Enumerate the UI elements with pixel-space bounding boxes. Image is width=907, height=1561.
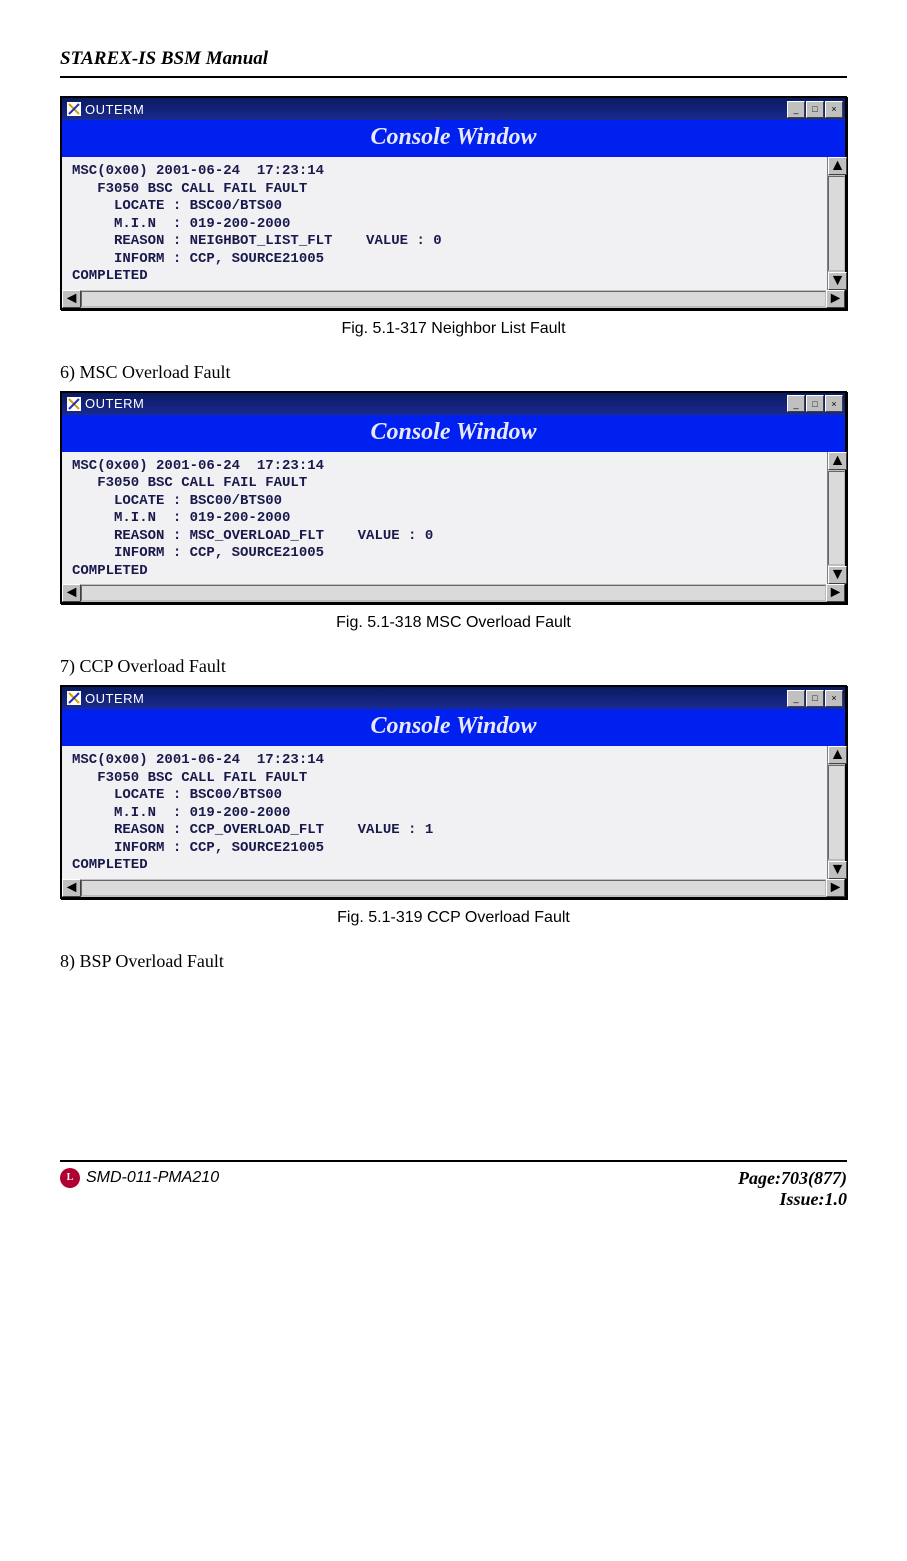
scroll-left-button[interactable]: ◄ <box>62 879 81 897</box>
chevron-left-icon: ◄ <box>64 584 80 602</box>
x-window-icon <box>67 397 81 411</box>
chevron-up-icon: ▲ <box>830 452 846 470</box>
console-banner: Console Window <box>62 120 845 157</box>
scroll-right-button[interactable]: ► <box>826 290 845 308</box>
chevron-right-icon: ► <box>828 584 844 602</box>
window-title: OUTERM <box>85 102 144 117</box>
titlebar[interactable]: OUTERM _ □ × <box>62 393 845 415</box>
close-button[interactable]: × <box>825 395 843 412</box>
console-window-1: OUTERM _ □ × Console Window MSC(0x00) 20… <box>60 96 847 310</box>
lg-logo-icon: L <box>60 1168 80 1188</box>
scroll-up-button[interactable]: ▲ <box>828 452 847 470</box>
close-icon: × <box>831 399 836 409</box>
scroll-down-button[interactable]: ▼ <box>828 566 847 584</box>
header-rule <box>60 76 847 78</box>
scroll-up-button[interactable]: ▲ <box>828 746 847 764</box>
x-window-icon <box>67 102 81 116</box>
x-window-icon <box>67 691 81 705</box>
titlebar[interactable]: OUTERM _ □ × <box>62 687 845 709</box>
maximize-button[interactable]: □ <box>806 101 824 118</box>
minimize-icon: _ <box>793 399 798 409</box>
scroll-left-button[interactable]: ◄ <box>62 584 81 602</box>
manual-title: STAREX-IS BSM Manual <box>60 48 268 70</box>
chevron-right-icon: ► <box>828 290 844 308</box>
scroll-right-button[interactable]: ► <box>826 879 845 897</box>
figure-caption-3: Fig. 5.1-319 CCP Overload Fault <box>60 909 847 927</box>
vertical-scrollbar[interactable]: ▲ ▼ <box>827 452 845 585</box>
chevron-up-icon: ▲ <box>830 157 846 175</box>
chevron-down-icon: ▼ <box>830 861 846 879</box>
console-banner: Console Window <box>62 415 845 452</box>
vertical-scrollbar[interactable]: ▲ ▼ <box>827 157 845 290</box>
close-button[interactable]: × <box>825 101 843 118</box>
close-icon: × <box>831 104 836 114</box>
page-number: Page:703(877) <box>738 1168 847 1190</box>
list-item-7: 7) CCP Overload Fault <box>60 656 847 677</box>
horizontal-scrollbar[interactable]: ◄ ► <box>62 584 845 602</box>
close-button[interactable]: × <box>825 690 843 707</box>
list-item-6: 6) MSC Overload Fault <box>60 362 847 383</box>
scroll-left-button[interactable]: ◄ <box>62 290 81 308</box>
chevron-left-icon: ◄ <box>64 290 80 308</box>
close-icon: × <box>831 693 836 703</box>
maximize-icon: □ <box>812 399 817 409</box>
scroll-up-button[interactable]: ▲ <box>828 157 847 175</box>
console-output: MSC(0x00) 2001-06-24 17:23:14 F3050 BSC … <box>62 452 827 585</box>
vertical-scrollbar[interactable]: ▲ ▼ <box>827 746 845 879</box>
figure-caption-1: Fig. 5.1-317 Neighbor List Fault <box>60 320 847 338</box>
console-output: MSC(0x00) 2001-06-24 17:23:14 F3050 BSC … <box>62 746 827 879</box>
chevron-left-icon: ◄ <box>64 879 80 897</box>
figure-caption-2: Fig. 5.1-318 MSC Overload Fault <box>60 614 847 632</box>
scroll-right-button[interactable]: ► <box>826 584 845 602</box>
console-window-3: OUTERM _ □ × Console Window MSC(0x00) 20… <box>60 685 847 899</box>
maximize-button[interactable]: □ <box>806 690 824 707</box>
maximize-icon: □ <box>812 104 817 114</box>
chevron-right-icon: ► <box>828 879 844 897</box>
maximize-button[interactable]: □ <box>806 395 824 412</box>
window-title: OUTERM <box>85 396 144 411</box>
issue-number: Issue:1.0 <box>738 1189 847 1211</box>
chevron-down-icon: ▼ <box>830 566 846 584</box>
titlebar[interactable]: OUTERM _ □ × <box>62 98 845 120</box>
horizontal-scrollbar[interactable]: ◄ ► <box>62 879 845 897</box>
minimize-button[interactable]: _ <box>787 690 805 707</box>
minimize-icon: _ <box>793 693 798 703</box>
chevron-down-icon: ▼ <box>830 272 846 290</box>
minimize-button[interactable]: _ <box>787 395 805 412</box>
list-item-8: 8) BSP Overload Fault <box>60 951 847 972</box>
scroll-down-button[interactable]: ▼ <box>828 272 847 290</box>
chevron-up-icon: ▲ <box>830 746 846 764</box>
page-header: STAREX-IS BSM Manual <box>60 48 847 70</box>
maximize-icon: □ <box>812 693 817 703</box>
console-output: MSC(0x00) 2001-06-24 17:23:14 F3050 BSC … <box>62 157 827 290</box>
console-banner: Console Window <box>62 709 845 746</box>
minimize-button[interactable]: _ <box>787 101 805 118</box>
minimize-icon: _ <box>793 104 798 114</box>
horizontal-scrollbar[interactable]: ◄ ► <box>62 290 845 308</box>
page-footer: L SMD-011-PMA210 Page:703(877) Issue:1.0 <box>60 1162 847 1211</box>
document-id: SMD-011-PMA210 <box>86 1169 219 1187</box>
scroll-down-button[interactable]: ▼ <box>828 861 847 879</box>
console-window-2: OUTERM _ □ × Console Window MSC(0x00) 20… <box>60 391 847 605</box>
window-title: OUTERM <box>85 691 144 706</box>
